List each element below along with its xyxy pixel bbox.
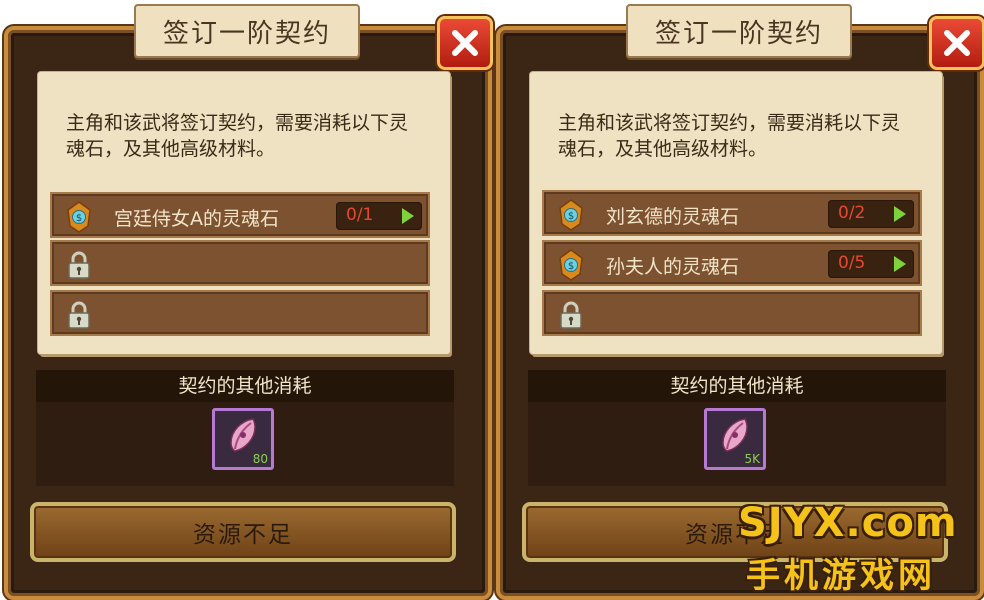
svg-text:$: $ bbox=[568, 261, 574, 272]
dialog-title: 签订一阶契约 bbox=[626, 4, 852, 58]
stone-count: 0/2 bbox=[838, 203, 866, 223]
close-button[interactable] bbox=[929, 16, 984, 70]
other-costs-header: 契约的其他消耗 bbox=[36, 370, 454, 402]
play-arrow-icon bbox=[402, 208, 414, 224]
insufficient-resources-button[interactable]: 资源不足 bbox=[30, 502, 456, 562]
soul-stone-slot[interactable]: $ 刘玄德的灵魂石 0/2 bbox=[542, 190, 922, 236]
play-arrow-icon bbox=[894, 206, 906, 222]
soul-stone-name: 刘玄德的灵魂石 bbox=[606, 206, 740, 228]
other-costs-header: 契约的其他消耗 bbox=[528, 370, 946, 402]
stone-count-box[interactable]: 0/1 bbox=[336, 202, 422, 230]
soul-stone-slot[interactable]: $ 宫廷侍女A的灵魂石 0/1 bbox=[50, 192, 430, 238]
lock-icon bbox=[560, 301, 582, 329]
requirement-card: 主角和该武将签订契约，需要消耗以下灵魂石，及其他高级材料。 $ 刘玄德的灵魂石 … bbox=[530, 72, 942, 354]
contract-description: 主角和该武将签订契约，需要消耗以下灵魂石，及其他高级材料。 bbox=[66, 112, 409, 160]
locked-slot bbox=[50, 240, 430, 286]
locked-slot bbox=[50, 290, 430, 336]
watermark-subtitle: 手机游戏网 bbox=[746, 556, 936, 596]
site-watermark: SJYX.com 手机游戏网 bbox=[738, 500, 978, 596]
play-arrow-icon bbox=[894, 256, 906, 272]
stone-count-box[interactable]: 0/2 bbox=[828, 200, 914, 228]
close-x-icon bbox=[944, 30, 970, 56]
feather-gem-icon bbox=[722, 418, 748, 452]
material-amount: 5K bbox=[744, 452, 760, 466]
stone-count: 0/5 bbox=[838, 253, 866, 273]
soul-stone-icon: $ bbox=[559, 249, 583, 281]
soul-stone-icon: $ bbox=[559, 199, 583, 231]
close-button[interactable] bbox=[437, 16, 493, 70]
soul-stone-icon: $ bbox=[67, 201, 91, 233]
requirement-card: 主角和该武将签订契约，需要消耗以下灵魂石，及其他高级材料。 $ 宫廷侍女A的灵魂… bbox=[38, 72, 450, 354]
svg-text:$: $ bbox=[568, 211, 574, 222]
close-x-icon bbox=[452, 30, 478, 56]
locked-slot bbox=[542, 290, 922, 336]
other-costs-section: 契约的其他消耗 5K bbox=[528, 370, 946, 486]
material-item[interactable]: 80 bbox=[212, 408, 274, 470]
dialog-title: 签订一阶契约 bbox=[134, 4, 360, 58]
watermark-logo-text: SJYX.com bbox=[738, 500, 958, 546]
soul-stone-name: 孙夫人的灵魂石 bbox=[606, 256, 740, 278]
contract-description: 主角和该武将签订契约，需要消耗以下灵魂石，及其他高级材料。 bbox=[558, 112, 901, 160]
material-item[interactable]: 5K bbox=[704, 408, 766, 470]
lock-icon bbox=[68, 301, 90, 329]
feather-gem-icon bbox=[230, 418, 256, 452]
other-costs-section: 契约的其他消耗 80 bbox=[36, 370, 454, 486]
soul-stone-name: 宫廷侍女A的灵魂石 bbox=[114, 208, 279, 230]
svg-text:$: $ bbox=[76, 213, 82, 224]
contract-panel-left: 签订一阶契约 主角和该武将签订契约，需要消耗以下灵魂石，及其他高级材料。 $ 宫… bbox=[0, 0, 493, 600]
lock-icon bbox=[68, 251, 90, 279]
soul-stone-slot[interactable]: $ 孙夫人的灵魂石 0/5 bbox=[542, 240, 922, 286]
stone-count: 0/1 bbox=[346, 205, 374, 225]
stone-count-box[interactable]: 0/5 bbox=[828, 250, 914, 278]
material-amount: 80 bbox=[252, 452, 268, 466]
